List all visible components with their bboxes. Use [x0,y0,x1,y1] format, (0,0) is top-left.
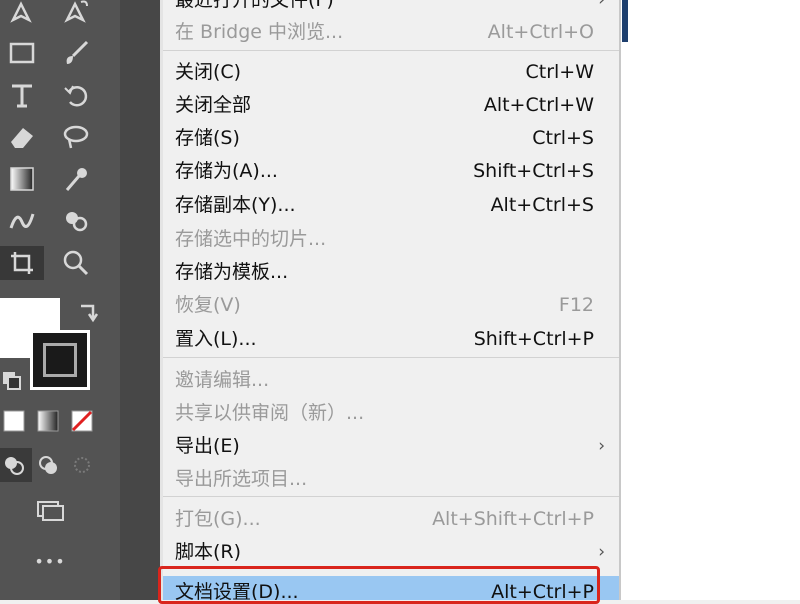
menu-item-shortcut: Alt+Shift+Ctrl+P [432,508,594,530]
more-tools-icon[interactable]: ••• [30,552,70,571]
menu-item[interactable]: 脚本(R) › [163,536,619,569]
menu-item: 恢复(V) F12 [163,289,619,322]
menu-separator [163,357,619,358]
submenu-chevron-icon: › [598,542,605,562]
menu-bar-highlight [622,0,628,42]
menu-item[interactable]: 置入(L)... Shift+Ctrl+P [163,323,619,356]
tools-panel: ••• [0,0,120,600]
eraser-icon[interactable] [4,120,40,154]
swap-icon[interactable] [70,296,106,330]
menu-item-label: 置入(L)... [175,328,257,350]
paintbrush-icon[interactable] [58,36,94,70]
gradient-icon[interactable] [4,162,40,196]
eyedropper-icon[interactable] [58,162,94,196]
menu-item: 邀请编辑... [163,364,619,397]
menu-item-shortcut: F12 [558,294,594,316]
menu-item: 共享以供审阅（新）... [163,397,619,430]
draw-normal-icon[interactable] [0,448,32,482]
menu-item[interactable]: 存储副本(Y)... Alt+Ctrl+S [163,189,619,222]
menu-item-shortcut: Ctrl+W [525,61,594,83]
menu-item-label: 文档设置(D)... [175,581,299,600]
menu-item-label: 邀请编辑... [175,369,270,391]
menu-item-shortcut: Alt+Ctrl+P [491,581,594,600]
menu-item-label: 导出(E) [175,435,240,457]
menu-item-label: 导出所选项目... [175,468,308,490]
shape-builder-icon[interactable] [58,204,94,238]
menu-item-label: 打包(G)... [175,508,261,530]
menu-item-shortcut: Shift+Ctrl+P [473,328,594,350]
menu-item: 存储选中的切片... [163,223,619,256]
menu-item-shortcut: Ctrl+S [532,127,594,149]
menu-item-label: 最近打开的文件(F) [175,0,334,11]
menu-item[interactable]: 关闭(C) Ctrl+W [163,56,619,89]
menu-item: 在 Bridge 中浏览... Alt+Ctrl+O [163,16,619,49]
menu-item-shortcut: Alt+Ctrl+S [490,194,594,216]
menu-item-shortcut: Alt+Ctrl+W [483,94,594,116]
zoom-icon[interactable] [58,246,94,280]
rectangle-icon[interactable] [4,36,40,70]
menu-item-label: 存储为(A)... [175,160,278,182]
menu-item[interactable]: 存储为(A)... Shift+Ctrl+S [163,155,619,188]
menu-item-label: 存储选中的切片... [175,228,327,250]
menu-item[interactable]: 存储为模板... [163,256,619,289]
menu-item[interactable]: 关闭全部 Alt+Ctrl+W [163,89,619,122]
menu-item[interactable]: 最近打开的文件(F) › [163,0,619,17]
menu-item[interactable]: 导出(E) › [163,430,619,463]
rotate-icon[interactable] [58,78,94,112]
menu-item[interactable]: 文档设置(D)... Alt+Ctrl+P [163,576,619,600]
type-icon[interactable] [4,78,40,112]
submenu-chevron-icon: › [598,0,605,10]
pen-icon[interactable] [4,0,40,28]
menu-item[interactable]: 存储(S) Ctrl+S [163,122,619,155]
menu-item-label: 存储副本(Y)... [175,194,296,216]
menu-item-label: 关闭全部 [175,94,252,116]
lasso-icon[interactable] [58,120,94,154]
menu-separator [163,50,619,51]
menu-item-shortcut: Shift+Ctrl+S [473,160,594,182]
fill-color-icon[interactable] [0,404,32,438]
artboard-icon[interactable] [0,246,44,280]
menu-item-shortcut: Alt+Ctrl+O [487,21,594,43]
menu-item-label: 存储(S) [175,127,240,149]
gradient-swatch-icon[interactable] [30,404,66,438]
curvature-pen-icon[interactable] [58,0,94,28]
file-menu-dropdown: 最近打开的文件(F) › 在 Bridge 中浏览... Alt+Ctrl+O 关闭(C… [163,0,619,600]
none-swatch-icon[interactable] [64,404,100,438]
stroke-swatch-inner [43,343,77,377]
draw-inside-icon[interactable] [64,448,100,482]
canvas-area [621,0,800,600]
default-colors-icon[interactable] [0,364,30,398]
panel-gutter [120,0,160,600]
menu-separator [163,496,619,497]
menu-item-label: 在 Bridge 中浏览... [175,21,344,43]
menu-item-label: 脚本(R) [175,541,242,563]
menu-item-label: 关闭(C) [175,61,242,83]
submenu-chevron-icon: › [598,436,605,456]
screen-mode-icon[interactable] [30,494,70,528]
menu-item-label: 恢复(V) [175,294,241,316]
menu-item-label: 共享以供审阅（新）... [175,402,365,424]
menu-item: 打包(G)... Alt+Shift+Ctrl+P [163,503,619,536]
menu-item-label: 存储为模板... [175,261,289,283]
menu-item: 导出所选项目... [163,463,619,496]
blend-icon[interactable] [4,204,40,238]
draw-behind-icon[interactable] [30,448,66,482]
